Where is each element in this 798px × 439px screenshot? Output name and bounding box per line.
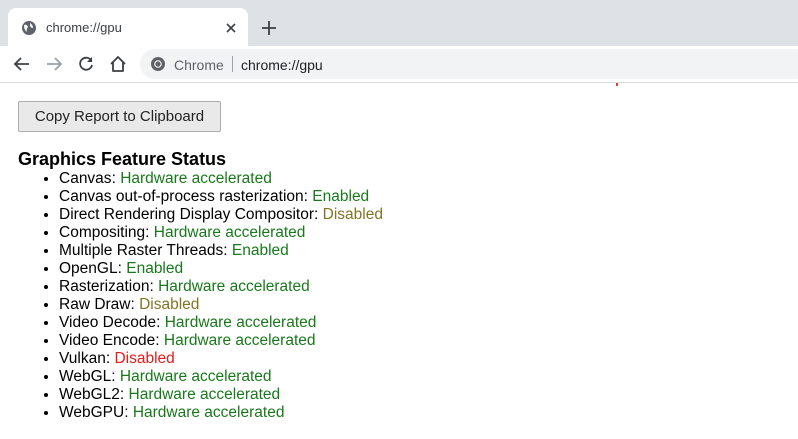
feature-item: Canvas: Hardware accelerated: [59, 170, 383, 188]
feature-status: Hardware accelerated: [128, 386, 281, 403]
feature-name: WebGL2: [59, 386, 120, 403]
feature-status: Disabled: [114, 350, 175, 367]
feature-item: WebGL2: Hardware accelerated: [59, 386, 383, 404]
feature-name: Direct Rendering Display Compositor: [59, 206, 314, 223]
feature-status: Enabled: [312, 188, 370, 205]
feature-item: Raw Draw: Disabled: [59, 296, 383, 314]
feature-status: Hardware accelerated: [132, 404, 285, 421]
feature-item: Video Encode: Hardware accelerated: [59, 332, 383, 350]
close-icon[interactable]: [223, 20, 239, 36]
feature-status: Hardware accelerated: [163, 332, 316, 349]
feature-name: Canvas out-of-process rasterization: [59, 188, 304, 205]
feature-name: Video Decode: [59, 314, 157, 331]
feature-item: WebGL: Hardware accelerated: [59, 368, 383, 386]
feature-status: Hardware accelerated: [158, 278, 310, 295]
url-text[interactable]: chrome://gpu: [241, 57, 323, 73]
feature-item: Multiple Raster Threads: Enabled: [59, 242, 383, 260]
browser-toolbar: Chrome chrome://gpu: [0, 46, 798, 83]
page-content: Copy Report to Clipboard Graphics Featur…: [0, 83, 798, 439]
feature-name: Compositing: [59, 224, 146, 241]
feature-name: WebGL: [59, 368, 112, 385]
feature-item: Canvas out-of-process rasterization: Ena…: [59, 188, 383, 206]
plus-icon[interactable]: [258, 17, 280, 39]
reload-icon[interactable]: [76, 54, 96, 74]
copy-report-button[interactable]: Copy Report to Clipboard: [18, 101, 221, 132]
feature-name: Vulkan: [59, 350, 106, 367]
section-title: Graphics Feature Status: [18, 149, 227, 169]
address-bar[interactable]: Chrome chrome://gpu: [140, 49, 798, 79]
tab-strip: chrome://gpu: [0, 0, 798, 46]
chrome-logo-icon[interactable]: [150, 56, 166, 72]
globe-icon: [22, 21, 36, 35]
feature-status-list: Canvas: Hardware acceleratedCanvas out-o…: [0, 170, 383, 422]
feature-item: WebGPU: Hardware accelerated: [59, 404, 383, 422]
forward-arrow-icon[interactable]: [44, 54, 64, 74]
feature-status: Hardware accelerated: [119, 368, 272, 385]
feature-status: Enabled: [231, 242, 289, 259]
feature-status: Enabled: [126, 260, 184, 277]
feature-item: Rasterization: Hardware accelerated: [59, 278, 383, 296]
omnibox-divider: [232, 56, 233, 72]
feature-name: WebGPU: [59, 404, 125, 421]
site-chip: Chrome: [174, 57, 224, 73]
feature-name: Multiple Raster Threads: [59, 242, 224, 259]
home-icon[interactable]: [108, 54, 128, 74]
feature-name: Raw Draw: [59, 296, 131, 313]
feature-name: Canvas: [59, 170, 112, 187]
feature-status: Hardware accelerated: [164, 314, 317, 331]
feature-name: Video Encode: [59, 332, 156, 349]
tab-title: chrome://gpu: [46, 20, 122, 35]
feature-status: Disabled: [139, 296, 200, 313]
feature-item: Video Decode: Hardware accelerated: [59, 314, 383, 332]
feature-item: OpenGL: Enabled: [59, 260, 383, 278]
feature-name: OpenGL: [59, 260, 118, 277]
feature-item: Compositing: Hardware accelerated: [59, 224, 383, 242]
back-arrow-icon[interactable]: [12, 54, 32, 74]
feature-status: Disabled: [322, 206, 383, 223]
feature-status: Hardware accelerated: [120, 170, 272, 187]
feature-item: Vulkan: Disabled: [59, 350, 383, 368]
feature-status: Hardware accelerated: [153, 224, 306, 241]
active-tab[interactable]: chrome://gpu: [8, 8, 248, 46]
feature-item: Direct Rendering Display Compositor: Dis…: [59, 206, 383, 224]
feature-name: Rasterization: [59, 278, 150, 295]
